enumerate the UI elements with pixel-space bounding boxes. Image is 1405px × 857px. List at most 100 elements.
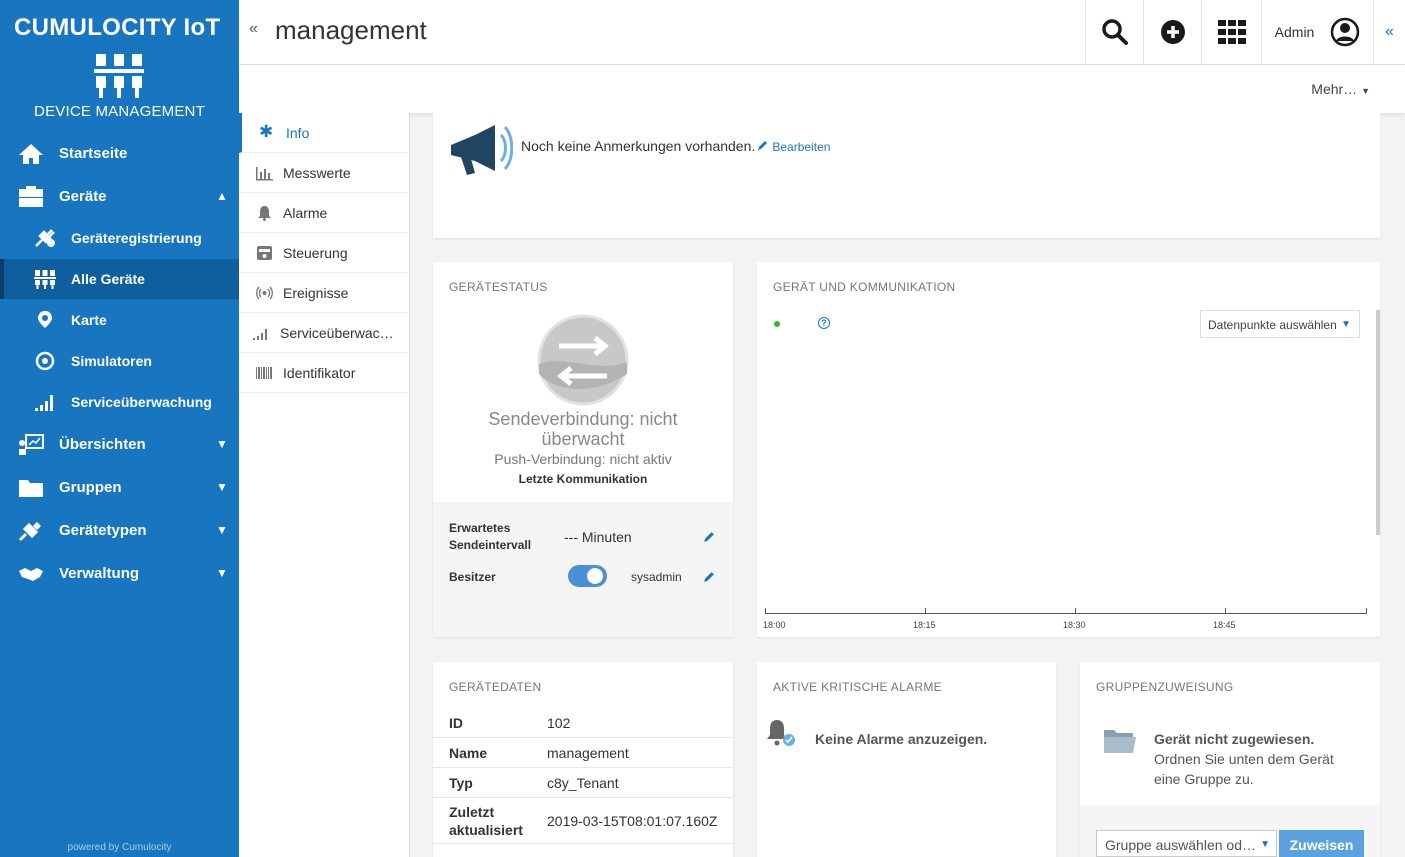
row-value: 2019-03-15T08:01:07.160Z bbox=[547, 813, 718, 829]
axis-tick bbox=[1225, 608, 1226, 613]
datapoints-select-label: Datenpunkte auswählen bbox=[1208, 318, 1337, 332]
pencil-icon bbox=[758, 141, 767, 150]
chart-scrollbar[interactable] bbox=[1376, 310, 1380, 535]
group-select-label: Gruppe auswählen od… bbox=[1105, 837, 1256, 853]
toggle-knob bbox=[587, 568, 603, 584]
table-row: Name management bbox=[433, 738, 733, 768]
tab-events[interactable]: Ereignisse bbox=[239, 273, 409, 313]
tab-measurements[interactable]: Messwerte bbox=[239, 153, 409, 193]
collapse-nav-button[interactable]: « bbox=[249, 20, 258, 38]
nav-admin-label: Verwaltung bbox=[59, 564, 140, 582]
edit-owner-pencil-icon[interactable] bbox=[703, 570, 716, 583]
nav-device-types[interactable]: Gerätetypen ▼ bbox=[0, 510, 239, 550]
owner-toggle[interactable] bbox=[568, 565, 607, 587]
nav-groups-label: Gruppen bbox=[59, 478, 122, 496]
sidebar-item-label: Serviceüberwachung bbox=[71, 394, 212, 410]
grid-icon bbox=[1217, 20, 1246, 44]
row-key: Typ bbox=[449, 775, 473, 791]
plug-icon bbox=[35, 229, 55, 247]
add-button[interactable] bbox=[1143, 0, 1201, 64]
barcode-icon bbox=[256, 367, 272, 379]
tab-info[interactable]: ✱ Info bbox=[239, 113, 409, 153]
map-pin-icon bbox=[38, 311, 52, 328]
control-panel-icon bbox=[257, 246, 272, 260]
group-hint-line2: eine Gruppe zu. bbox=[1154, 771, 1254, 787]
signal-bars-icon bbox=[253, 329, 267, 340]
row-value: c8y_Tenant bbox=[547, 775, 619, 791]
edit-interval-pencil-icon[interactable] bbox=[703, 530, 716, 543]
nav-home[interactable]: Startseite bbox=[0, 133, 239, 173]
more-label: Mehr… bbox=[1311, 81, 1358, 97]
tab-control[interactable]: Steuerung bbox=[239, 233, 409, 273]
datapoints-select[interactable]: Datenpunkte auswählen ▼ bbox=[1200, 310, 1360, 338]
sidebar-item-all-devices[interactable]: Alle Geräte bbox=[0, 259, 239, 299]
caret-down-icon: ▼ bbox=[1361, 86, 1370, 96]
push-connection: Push-Verbindung: nicht aktiv bbox=[494, 451, 672, 467]
user-name: Admin bbox=[1274, 24, 1315, 40]
nav-home-label: Startseite bbox=[59, 144, 128, 162]
notes-text: Noch keine Anmerkungen vorhanden. bbox=[521, 138, 756, 154]
chevron-down-icon: ▼ bbox=[216, 480, 228, 494]
plug-connect-icon bbox=[18, 521, 42, 542]
status-details: Erwartetes Sendeintervall --- Minuten Be… bbox=[433, 502, 733, 637]
chevron-down-icon: ▼ bbox=[216, 523, 228, 537]
notes-edit-link[interactable]: Bearbeiten bbox=[757, 139, 830, 154]
tab-label: Messwerte bbox=[283, 164, 351, 181]
sidebar-item-service-monitoring[interactable]: Serviceüberwachung bbox=[0, 382, 239, 422]
sidebar-item-map[interactable]: Karte bbox=[0, 300, 239, 340]
app-switcher-button[interactable] bbox=[1201, 0, 1261, 64]
caret-down-icon: ▼ bbox=[1260, 839, 1270, 850]
row-key-line1: Zuletzt bbox=[449, 804, 495, 820]
chevron-down-icon: ▼ bbox=[216, 566, 228, 580]
table-row: ID 102 bbox=[433, 708, 733, 738]
critical-alarms-card: AKTIVE KRITISCHE ALARME Keine Alarme anz… bbox=[757, 662, 1056, 857]
tab-label: Serviceüberwac… bbox=[280, 324, 394, 341]
interval-label-2: Sendeintervall bbox=[449, 538, 532, 552]
tab-identity[interactable]: Identifikator bbox=[239, 353, 409, 393]
online-status-dot bbox=[774, 321, 780, 327]
owner-value: sysadmin bbox=[631, 570, 682, 584]
send-connection-line1: Sendeverbindung: nicht bbox=[488, 409, 678, 429]
card-title: GERÄT UND KOMMUNIKATION bbox=[773, 280, 956, 294]
nav-admin[interactable]: Verwaltung ▼ bbox=[0, 553, 239, 593]
more-dropdown[interactable]: Mehr… ▼ bbox=[1311, 81, 1370, 97]
tab-label: Alarme bbox=[283, 204, 328, 221]
tick-label: 18:15 bbox=[913, 620, 936, 630]
signal-bars-icon bbox=[35, 395, 53, 411]
user-menu[interactable]: Admin bbox=[1261, 0, 1373, 64]
asterisk-icon: ✱ bbox=[259, 122, 274, 141]
handshake-icon bbox=[19, 568, 43, 581]
interval-label-1: Erwartetes bbox=[449, 521, 511, 535]
brand-subtitle: DEVICE MANAGEMENT bbox=[34, 103, 205, 120]
search-button[interactable] bbox=[1085, 0, 1143, 64]
nav-devices[interactable]: Geräte ▲ bbox=[0, 176, 239, 216]
group-hint-line1: Ordnen Sie unten dem Gerät bbox=[1154, 751, 1334, 767]
sidebar-item-simulators[interactable]: Simulatoren bbox=[0, 341, 239, 381]
connection-status-icon bbox=[537, 314, 629, 406]
nav-overviews[interactable]: Übersichten ▼ bbox=[0, 424, 239, 464]
no-alarms-text: Keine Alarme anzuzeigen. bbox=[815, 731, 988, 747]
bell-icon bbox=[258, 206, 271, 221]
interval-value: --- Minuten bbox=[564, 529, 632, 545]
sidebar-item-registration[interactable]: Geräteregistrierung bbox=[0, 218, 239, 258]
card-title: GRUPPENZUWEISUNG bbox=[1096, 680, 1234, 694]
nav-groups[interactable]: Gruppen ▼ bbox=[0, 467, 239, 507]
device-data-card: GERÄTEDATEN ID 102 Name management Typ c… bbox=[433, 662, 733, 857]
nav-devices-label: Geräte bbox=[59, 187, 107, 205]
device-management-logo-icon bbox=[94, 54, 144, 98]
chart-x-axis bbox=[765, 613, 1367, 614]
axis-tick bbox=[1366, 608, 1367, 613]
card-title: GERÄTEDATEN bbox=[449, 680, 542, 694]
bar-chart-icon bbox=[256, 167, 273, 181]
assign-button[interactable]: Zuweisen bbox=[1279, 830, 1364, 857]
chevron-down-icon: ▼ bbox=[216, 437, 228, 451]
search-icon bbox=[1101, 19, 1128, 45]
group-select[interactable]: Gruppe auswählen od… ▼ bbox=[1096, 830, 1277, 857]
device-tabs: ✱ Info Messwerte Alarme Steuerung Ereign… bbox=[239, 113, 410, 857]
tab-alarms[interactable]: Alarme bbox=[239, 193, 409, 233]
table-row: Typ c8y_Tenant bbox=[433, 768, 733, 798]
help-icon[interactable]: ? bbox=[818, 317, 830, 329]
tab-service-monitoring[interactable]: Serviceüberwac… bbox=[239, 313, 409, 353]
chevron-up-icon: ▲ bbox=[216, 189, 228, 203]
collapse-right-button[interactable]: « bbox=[1373, 0, 1405, 64]
